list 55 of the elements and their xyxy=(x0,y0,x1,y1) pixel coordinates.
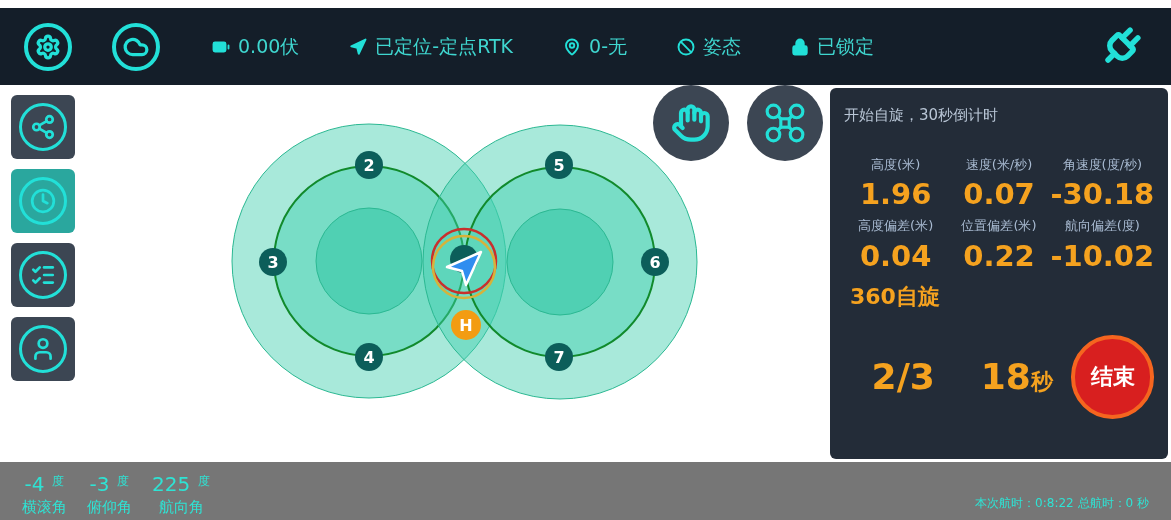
metric-label: 高度(米) xyxy=(871,155,921,174)
waypoint-marker[interactable]: 3 xyxy=(259,248,287,276)
hand-icon xyxy=(671,103,711,143)
metric-value: 0.22 xyxy=(963,237,1035,275)
waypoint-marker[interactable]: 7 xyxy=(545,343,573,371)
flight-time-text: 本次航时：0:8:22 总航时：0 秒 xyxy=(975,495,1149,512)
waypoint-marker[interactable]: 6 xyxy=(641,248,669,276)
sidebar-button[interactable] xyxy=(10,95,75,159)
metric-label: 角速度(度/秒) xyxy=(1062,155,1143,174)
waypoint-marker[interactable]: 4 xyxy=(355,343,383,371)
settings-button[interactable] xyxy=(24,22,72,71)
unit-text: 度 xyxy=(117,472,130,490)
metric-label: 位置偏差(米) xyxy=(961,217,1037,235)
hand-tool-button[interactable] xyxy=(653,85,729,161)
reading-label: 横滚角 xyxy=(22,496,67,518)
countdown-text: 18秒 xyxy=(979,354,1055,399)
waypoint-marker[interactable]: 5 xyxy=(545,151,573,179)
metric-label: 高度偏差(米) xyxy=(858,217,934,235)
cloud-button[interactable] xyxy=(112,22,160,71)
status-text: 0.00伏 xyxy=(238,34,300,60)
reading-label: 航向角 xyxy=(158,496,204,518)
mode-text: 360自旋 xyxy=(850,282,941,311)
unit-text: 度 xyxy=(198,472,211,490)
home-marker: H xyxy=(451,310,481,340)
reading-value: -4 xyxy=(24,471,45,496)
waypoint-marker[interactable]: 2 xyxy=(355,151,383,179)
reading-value: -3 xyxy=(89,471,110,496)
checklist-icon xyxy=(18,251,67,299)
sidebar-button[interactable] xyxy=(10,243,75,307)
status-text: 姿态 xyxy=(703,34,741,60)
unit-text: 度 xyxy=(52,472,65,490)
progress-text: 2/3 xyxy=(870,354,936,399)
route-icon xyxy=(18,103,67,151)
status-text: 已定位-定点RTK xyxy=(375,34,514,60)
metric-value: 0.04 xyxy=(859,237,932,275)
reading-label: 俯仰角 xyxy=(87,496,132,518)
sidebar-button[interactable] xyxy=(10,317,75,381)
metric-label: 速度(米/秒) xyxy=(965,155,1033,174)
pin-icon xyxy=(563,37,582,56)
status-text: 0-无 xyxy=(589,34,627,60)
drone-icon xyxy=(764,102,806,144)
metric-value: -30.18 xyxy=(1050,176,1155,213)
metric-label: 航向偏差(度) xyxy=(1064,217,1140,235)
clock-icon xyxy=(18,177,67,225)
end-button[interactable]: 结束 xyxy=(1071,334,1154,419)
status-text: 已锁定 xyxy=(817,34,874,60)
metric-value: 0.07 xyxy=(963,176,1035,213)
metric-value: -10.02 xyxy=(1050,237,1155,275)
lock-icon xyxy=(791,37,809,56)
user-icon xyxy=(18,325,67,373)
metric-value: 1.96 xyxy=(859,176,932,213)
location-icon xyxy=(349,37,368,56)
reading-value: 225 xyxy=(152,471,191,496)
panel-title: 开始自旋，30秒倒计时 xyxy=(844,105,1000,126)
settings-icon xyxy=(35,33,61,60)
